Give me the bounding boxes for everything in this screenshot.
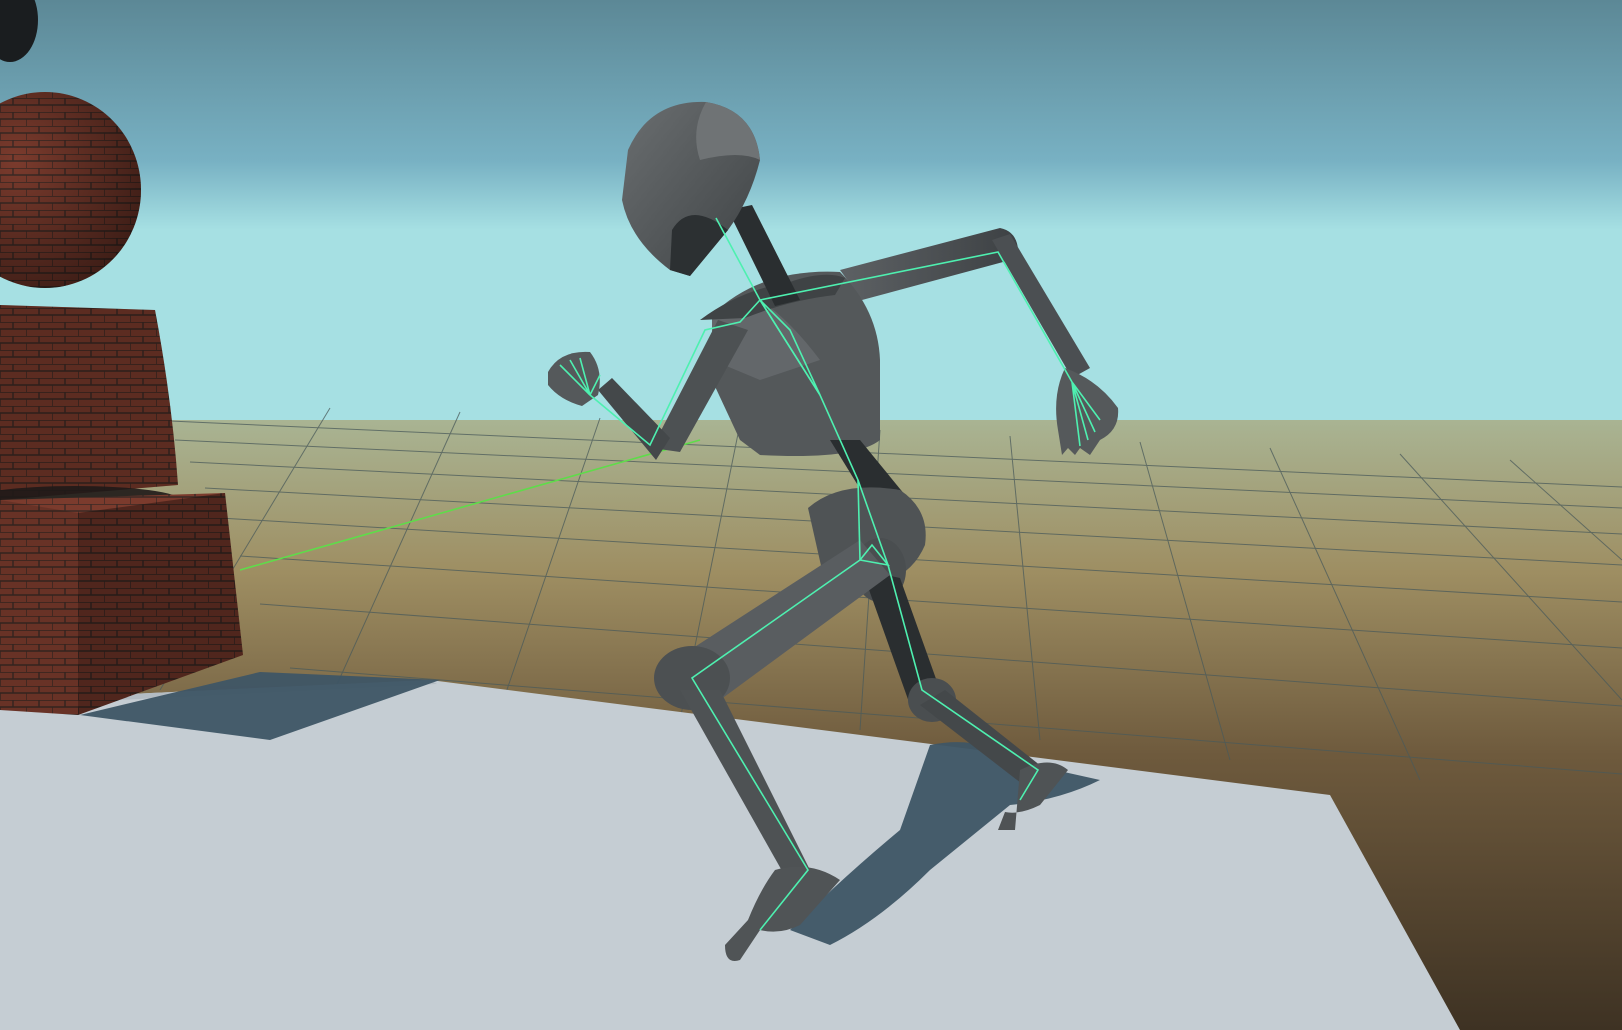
3d-viewport[interactable] [0,0,1622,1030]
scene-canvas[interactable] [0,0,1622,1030]
